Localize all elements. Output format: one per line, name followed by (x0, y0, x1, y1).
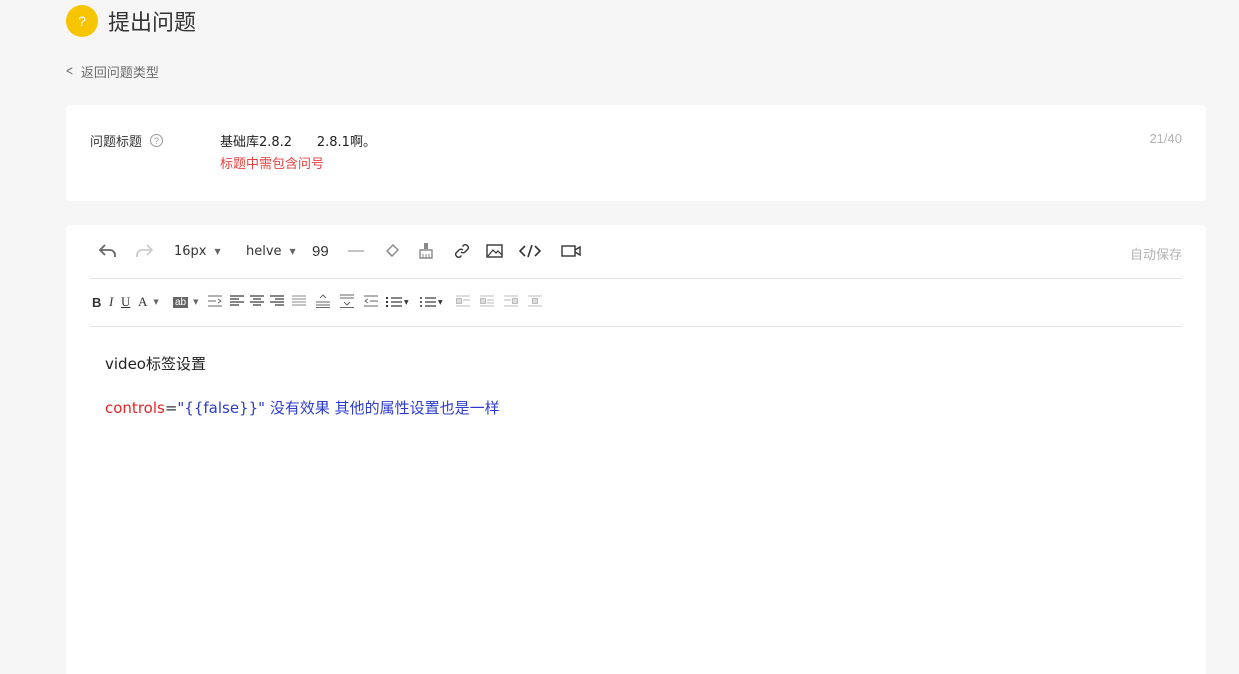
unordered-list-button[interactable]: ▼ (420, 294, 443, 310)
font-family-select[interactable]: helve ▼ (246, 240, 296, 262)
divider-button[interactable] (346, 240, 366, 262)
title-error-message: 标题中需包含问号 (220, 157, 325, 172)
highlight-label: ab (173, 296, 189, 308)
align-right-icon[interactable] (270, 295, 284, 307)
title-field-label: 问题标题 ? (90, 131, 164, 150)
caret-down-icon: ▼ (193, 298, 199, 306)
title-card: 问题标题 ? 基础库2.8.2 2.8.1啊。 标题中需包含问号 21/40 (66, 105, 1206, 201)
undo-button[interactable] (98, 240, 118, 262)
underline-button[interactable]: U (121, 294, 130, 310)
underline-label: U (121, 294, 131, 309)
ordered-list-icon (386, 297, 402, 307)
caret-down-icon: ▼ (438, 298, 443, 306)
ordered-list-button[interactable]: ▼ (386, 294, 409, 310)
editor-toolbar: 16px ▼ helve ▼ 99 自动保存 (90, 225, 1182, 279)
font-color-label: A (138, 294, 148, 309)
video-icon (561, 245, 581, 257)
brush-icon (419, 243, 433, 259)
font-size-select[interactable]: 16px ▼ (174, 240, 221, 262)
redo-button[interactable] (134, 240, 154, 262)
font-size-value: 16px (174, 243, 207, 259)
quote-button[interactable]: 99 (312, 240, 329, 262)
clear-format-button[interactable] (382, 240, 402, 262)
float-right-icon[interactable] (504, 295, 518, 307)
editor-card: 16px ▼ helve ▼ 99 自动保存 B I U A ▼ ab ▼ ▼ … (66, 225, 1206, 674)
font-color-button[interactable]: A ▼ (138, 294, 159, 310)
justify-icon[interactable] (292, 295, 306, 307)
chevron-left-icon: < (65, 64, 74, 79)
italic-button[interactable]: I (109, 294, 113, 310)
page-header: ? 提出问题 (66, 5, 196, 37)
undo-icon (99, 244, 116, 257)
question-icon: ? (66, 5, 98, 37)
line-spacing-down-icon[interactable] (340, 294, 354, 308)
bold-label: B (92, 294, 102, 310)
italic-label: I (109, 294, 114, 309)
float-left-icon[interactable] (456, 295, 470, 307)
format-painter-button[interactable] (416, 240, 436, 262)
caret-down-icon: ▼ (289, 246, 296, 256)
editor-paragraph: video标签设置 (105, 355, 206, 373)
image-icon (485, 244, 503, 258)
title-input[interactable]: 基础库2.8.2 2.8.1啊。 (220, 131, 376, 150)
align-center-icon[interactable] (250, 295, 264, 307)
redo-icon (136, 244, 153, 257)
autosave-status: 自动保存 (1129, 248, 1182, 263)
attr-value: "{{false}}" (177, 399, 266, 417)
eraser-icon (386, 244, 399, 257)
image-button[interactable] (484, 240, 504, 262)
link-icon (455, 244, 469, 258)
align-left-icon[interactable] (230, 295, 244, 307)
title-char-count: 21/40 (1149, 131, 1182, 146)
editor-paragraph: controls="{{false}}" 没有效果 其他的属性设置也是一样 (105, 397, 500, 418)
float-center-icon[interactable] (528, 295, 542, 307)
bold-button[interactable]: B (92, 294, 101, 310)
editor-text: 没有效果 其他的属性设置也是一样 (265, 399, 500, 417)
caret-down-icon: ▼ (153, 298, 159, 306)
video-button[interactable] (560, 240, 582, 262)
float-none-icon[interactable] (480, 295, 494, 307)
editor-content[interactable]: video标签设置 controls="{{false}}" 没有效果 其他的属… (105, 353, 500, 418)
highlight-button[interactable]: ab ▼ (173, 294, 199, 310)
line-spacing-up-icon[interactable] (316, 294, 330, 308)
format-toolbar: B I U A ▼ ab ▼ ▼ ▼ (90, 279, 1182, 327)
code-button[interactable] (518, 240, 542, 262)
unordered-list-icon (420, 297, 436, 307)
page-title: 提出问题 (108, 11, 197, 36)
outdent-icon[interactable] (364, 295, 378, 307)
horizontal-rule-icon (348, 250, 364, 252)
caret-down-icon: ▼ (214, 246, 221, 256)
link-button[interactable] (452, 240, 472, 262)
indent-icon[interactable] (208, 295, 222, 307)
title-label-text: 问题标题 (90, 135, 143, 150)
help-icon[interactable]: ? (150, 134, 164, 147)
attr-equals: = (164, 399, 178, 417)
code-icon (519, 244, 541, 258)
attr-name: controls (105, 399, 165, 417)
back-to-question-types-link[interactable]: < 返回问题类型 (64, 62, 159, 81)
font-family-value: helve (246, 243, 282, 259)
caret-down-icon: ▼ (404, 298, 409, 306)
back-link-label: 返回问题类型 (80, 66, 159, 81)
